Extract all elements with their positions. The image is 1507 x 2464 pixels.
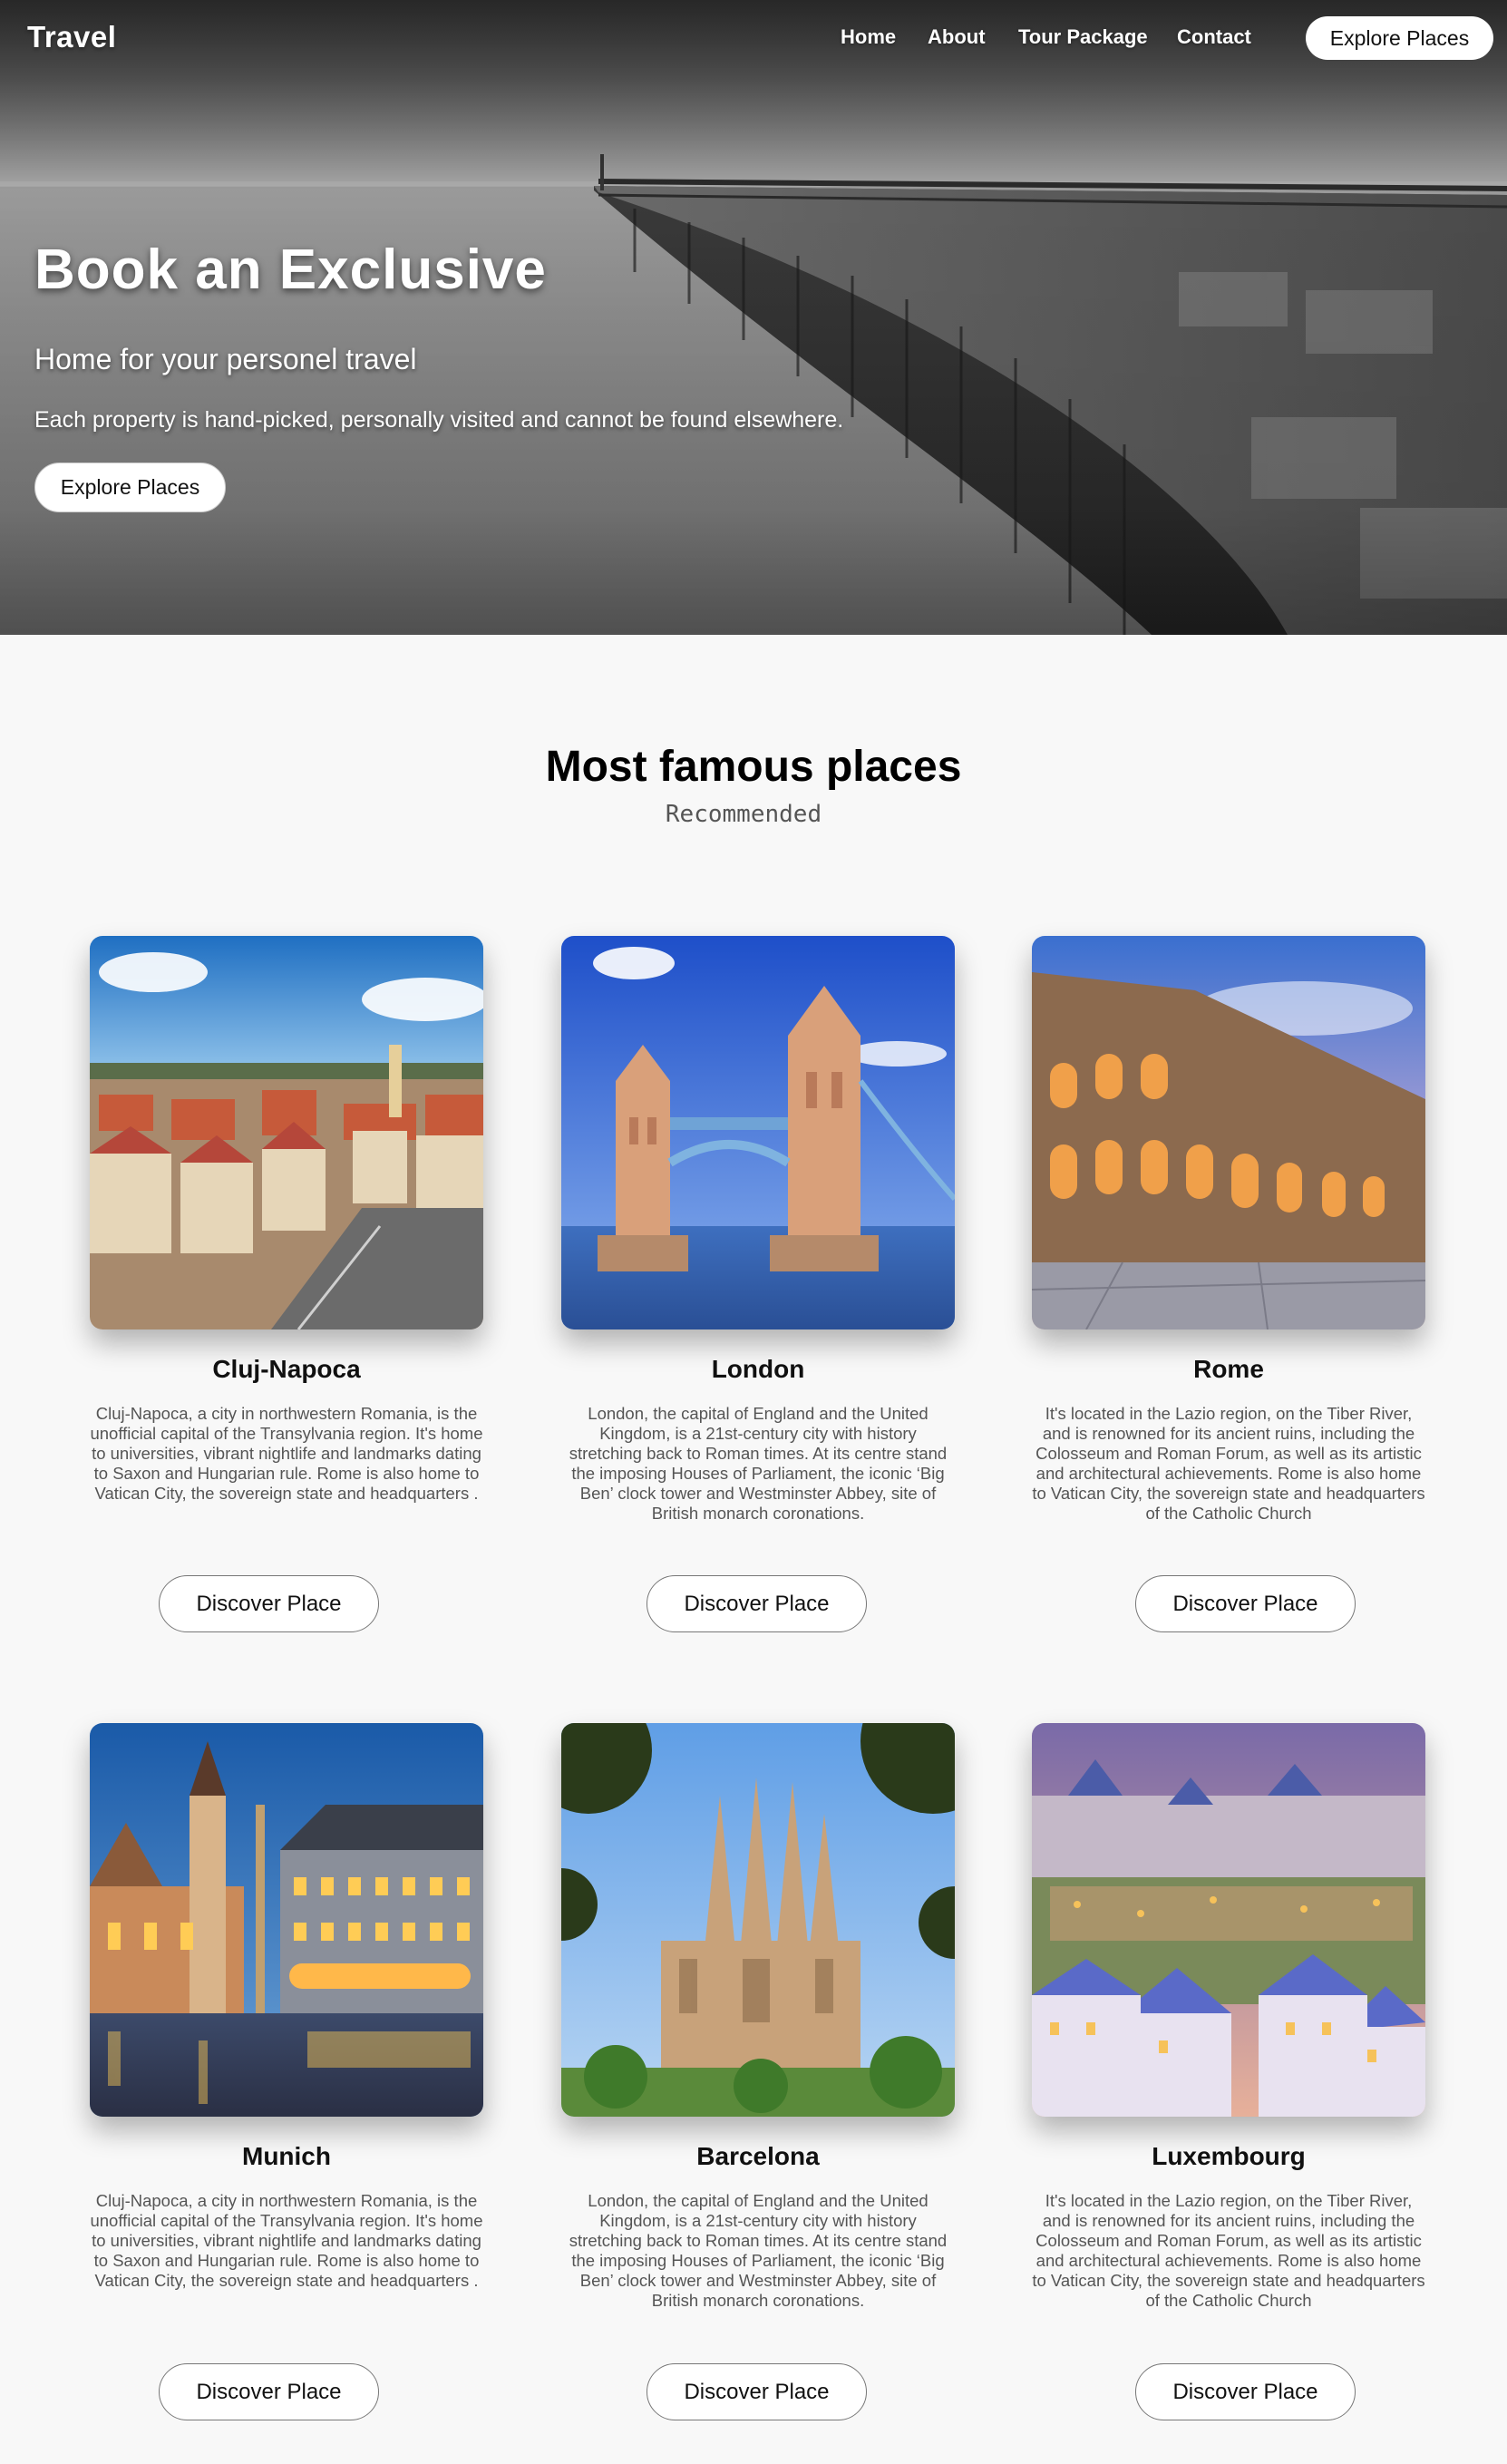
hero-banner: Travel Home About Tour Package Contact E… bbox=[0, 0, 1507, 635]
nav-about-link[interactable]: About bbox=[928, 25, 986, 49]
place-image-luxembourg bbox=[1032, 1723, 1425, 2117]
hero-explore-places-button[interactable]: Explore Places bbox=[34, 463, 226, 512]
main-nav: Home About Tour Package Contact bbox=[0, 25, 1507, 53]
nav-tour-package-link[interactable]: Tour Package bbox=[1018, 25, 1148, 49]
place-name: Luxembourg bbox=[1152, 2142, 1306, 2170]
place-name: London bbox=[711, 1355, 805, 1383]
hero-subtitle: Home for your personel travel bbox=[34, 343, 417, 375]
discover-place-button-munich[interactable]: Discover Place bbox=[159, 2363, 379, 2420]
place-name: Cluj-Napoca bbox=[212, 1355, 361, 1383]
hero-title: Book an Exclusive bbox=[34, 239, 547, 301]
place-card-london: London London, the capital of England an… bbox=[561, 936, 955, 1524]
place-image-london bbox=[561, 936, 955, 1329]
place-image-barcelona bbox=[561, 1723, 955, 2117]
place-card-munich: Munich Cluj-Napoca, a city in northweste… bbox=[90, 1723, 483, 2291]
discover-place-button-london[interactable]: Discover Place bbox=[647, 1575, 867, 1632]
discover-place-button-luxembourg[interactable]: Discover Place bbox=[1135, 2363, 1356, 2420]
place-description: It's located in the Lazio region, on the… bbox=[1032, 2191, 1425, 2310]
nav-explore-places-button[interactable]: Explore Places bbox=[1306, 16, 1493, 60]
discover-place-button-rome[interactable]: Discover Place bbox=[1135, 1575, 1356, 1632]
pier-image bbox=[0, 0, 1507, 635]
discover-place-button-barcelona[interactable]: Discover Place bbox=[647, 2363, 867, 2420]
place-name: Rome bbox=[1193, 1355, 1264, 1383]
place-card-cluj-napoca: Cluj-Napoca Cluj-Napoca, a city in north… bbox=[90, 936, 483, 1504]
place-description: London, the capital of England and the U… bbox=[569, 1404, 948, 1523]
place-card-luxembourg: Luxembourg It's located in the Lazio reg… bbox=[1032, 1723, 1425, 2311]
nav-home-link[interactable]: Home bbox=[841, 25, 896, 49]
place-name: Munich bbox=[242, 2142, 331, 2170]
nav-contact-link[interactable]: Contact bbox=[1177, 25, 1251, 49]
place-card-barcelona: Barcelona London, the capital of England… bbox=[561, 1723, 955, 2311]
place-name: Barcelona bbox=[696, 2142, 820, 2170]
discover-place-button-cluj-napoca[interactable]: Discover Place bbox=[159, 1575, 379, 1632]
place-description: Cluj-Napoca, a city in northwestern Roma… bbox=[90, 2191, 483, 2290]
place-card-rome: Rome It's located in the Lazio region, o… bbox=[1032, 936, 1425, 1524]
place-image-munich bbox=[90, 1723, 483, 2117]
place-image-cluj-napoca bbox=[90, 936, 483, 1329]
place-image-rome bbox=[1032, 936, 1425, 1329]
section-subtitle: Recommended bbox=[665, 801, 822, 828]
place-description: Cluj-Napoca, a city in northwestern Roma… bbox=[90, 1404, 483, 1503]
hero-description: Each property is hand-picked, personally… bbox=[34, 407, 844, 433]
section-title: Most famous places bbox=[545, 743, 962, 791]
place-description: London, the capital of England and the U… bbox=[569, 2191, 948, 2310]
place-description: It's located in the Lazio region, on the… bbox=[1032, 1404, 1425, 1523]
